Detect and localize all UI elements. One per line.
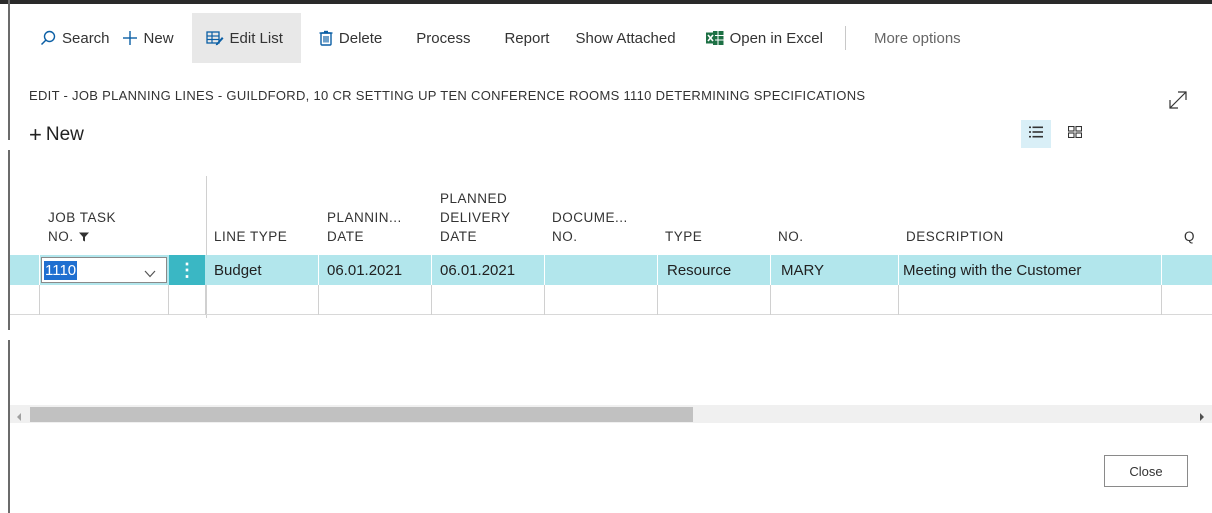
excel-icon bbox=[705, 30, 724, 46]
column-header-document-no[interactable]: DOCUME... NO. bbox=[552, 176, 652, 246]
no-cell[interactable]: MARY bbox=[771, 255, 899, 285]
empty-cell[interactable] bbox=[545, 285, 658, 315]
show-attached-label: Show Attached bbox=[575, 29, 676, 47]
action-bar: Search New Edit List Delete Process Repo… bbox=[28, 13, 973, 63]
new-line-label: New bbox=[45, 124, 84, 145]
empty-cell[interactable] bbox=[658, 285, 771, 315]
column-header-label: DATE bbox=[440, 229, 478, 244]
column-header-planned-delivery-date[interactable]: PLANNED DELIVERY DATE bbox=[440, 176, 540, 246]
window-top-border bbox=[0, 0, 1212, 4]
search-icon bbox=[40, 30, 56, 46]
job-task-no-value: 1110 bbox=[44, 261, 78, 280]
description-cell[interactable]: Meeting with the Customer bbox=[899, 255, 1162, 285]
plus-icon bbox=[122, 30, 138, 46]
column-header-quantity[interactable]: Q bbox=[1184, 176, 1212, 246]
close-button[interactable]: Close bbox=[1104, 455, 1188, 487]
scroll-right-icon[interactable] bbox=[1198, 409, 1206, 421]
column-header-label: DELIVERY bbox=[440, 210, 511, 225]
edit-list-icon bbox=[205, 30, 224, 46]
job-task-no-select[interactable]: 1110 bbox=[41, 257, 167, 283]
delete-button[interactable]: Delete bbox=[301, 13, 394, 63]
document-no-cell[interactable] bbox=[545, 255, 658, 285]
report-label: Report bbox=[504, 29, 550, 47]
tile-view-toggle[interactable] bbox=[1061, 120, 1089, 148]
open-in-excel-label: Open in Excel bbox=[729, 29, 823, 47]
column-header-description[interactable]: DESCRIPTION bbox=[906, 176, 1106, 246]
delete-label: Delete bbox=[338, 29, 383, 47]
empty-cell[interactable] bbox=[899, 285, 1162, 315]
list-view-toggle[interactable] bbox=[1021, 120, 1051, 148]
more-options-label: More options bbox=[873, 29, 961, 47]
column-header-type[interactable]: TYPE bbox=[665, 176, 765, 246]
edit-list-button[interactable]: Edit List bbox=[191, 13, 301, 63]
empty-cell[interactable] bbox=[319, 285, 432, 315]
column-header-planning-date[interactable]: PLANNIN... DATE bbox=[327, 176, 427, 246]
empty-cell[interactable] bbox=[771, 285, 899, 315]
empty-cell bbox=[10, 285, 40, 315]
process-menu[interactable]: Process bbox=[394, 13, 482, 63]
new-action-label: New bbox=[143, 29, 174, 47]
open-in-excel-button[interactable]: Open in Excel bbox=[688, 13, 835, 63]
left-edge-gap bbox=[8, 140, 10, 150]
empty-cell[interactable] bbox=[206, 285, 319, 315]
column-header-label: DOCUME... bbox=[552, 210, 628, 225]
column-header-label: PLANNIN... bbox=[327, 210, 402, 225]
line-type-cell[interactable]: Budget bbox=[206, 255, 319, 285]
new-action-button[interactable]: New bbox=[122, 13, 186, 63]
column-header-label: Q bbox=[1184, 229, 1196, 244]
filter-icon bbox=[78, 232, 89, 242]
trash-icon bbox=[319, 30, 333, 46]
empty-cell[interactable] bbox=[40, 285, 169, 315]
scrollbar-thumb[interactable] bbox=[30, 407, 693, 422]
more-options-button[interactable]: More options bbox=[856, 13, 973, 63]
type-cell[interactable]: Resource bbox=[658, 255, 771, 285]
list-view-icon bbox=[1029, 125, 1043, 143]
horizontal-scrollbar[interactable] bbox=[10, 405, 1212, 423]
process-label: Process bbox=[416, 29, 471, 47]
page-title: EDIT - JOB PLANNING LINES - GUILDFORD, 1… bbox=[29, 88, 866, 103]
column-header-label: PLANNED bbox=[440, 191, 508, 206]
row-indicator bbox=[10, 255, 40, 285]
chevron-down-icon bbox=[144, 265, 156, 283]
column-header-label: DATE bbox=[327, 229, 365, 244]
table-row[interactable]: 1110 ⋮ Budget 06.01.2021 06.01.2021 Reso… bbox=[10, 255, 1212, 285]
search-label: Search bbox=[62, 29, 110, 47]
empty-cell[interactable] bbox=[432, 285, 545, 315]
row-actions-button[interactable]: ⋮ bbox=[169, 255, 205, 285]
column-header-label: LINE TYPE bbox=[214, 229, 288, 244]
show-attached-button[interactable]: Show Attached bbox=[561, 13, 687, 63]
column-header-label: DESCRIPTION bbox=[906, 229, 1004, 244]
table-row-empty[interactable] bbox=[10, 285, 1212, 315]
column-header-no[interactable]: NO. bbox=[778, 176, 878, 246]
scroll-left-icon[interactable] bbox=[15, 409, 23, 421]
expand-icon[interactable] bbox=[1166, 88, 1190, 112]
edit-list-label: Edit List bbox=[229, 29, 283, 47]
search-button[interactable]: Search bbox=[28, 13, 122, 63]
column-header-label: NO. bbox=[778, 229, 804, 244]
report-menu[interactable]: Report bbox=[482, 13, 561, 63]
quantity-cell[interactable] bbox=[1162, 255, 1212, 285]
column-header-label: TYPE bbox=[665, 229, 703, 244]
toolbar-divider bbox=[844, 26, 846, 50]
column-header-label: JOB TASK bbox=[48, 210, 117, 225]
new-line-button[interactable]: + New bbox=[29, 122, 84, 148]
more-vertical-icon: ⋮ bbox=[178, 259, 196, 280]
column-header-job-task-no[interactable]: JOB TASK NO. bbox=[48, 176, 168, 246]
column-header-line-type[interactable]: LINE TYPE bbox=[214, 176, 314, 246]
planned-delivery-date-cell[interactable]: 06.01.2021 bbox=[432, 255, 545, 285]
planning-date-cell[interactable]: 06.01.2021 bbox=[319, 255, 432, 285]
plus-icon: + bbox=[29, 122, 42, 147]
column-header-label: NO. bbox=[48, 229, 74, 244]
empty-cell bbox=[169, 285, 206, 315]
column-header-label: NO. bbox=[552, 229, 578, 244]
tile-view-icon bbox=[1067, 125, 1083, 143]
left-edge-gap bbox=[8, 330, 10, 340]
